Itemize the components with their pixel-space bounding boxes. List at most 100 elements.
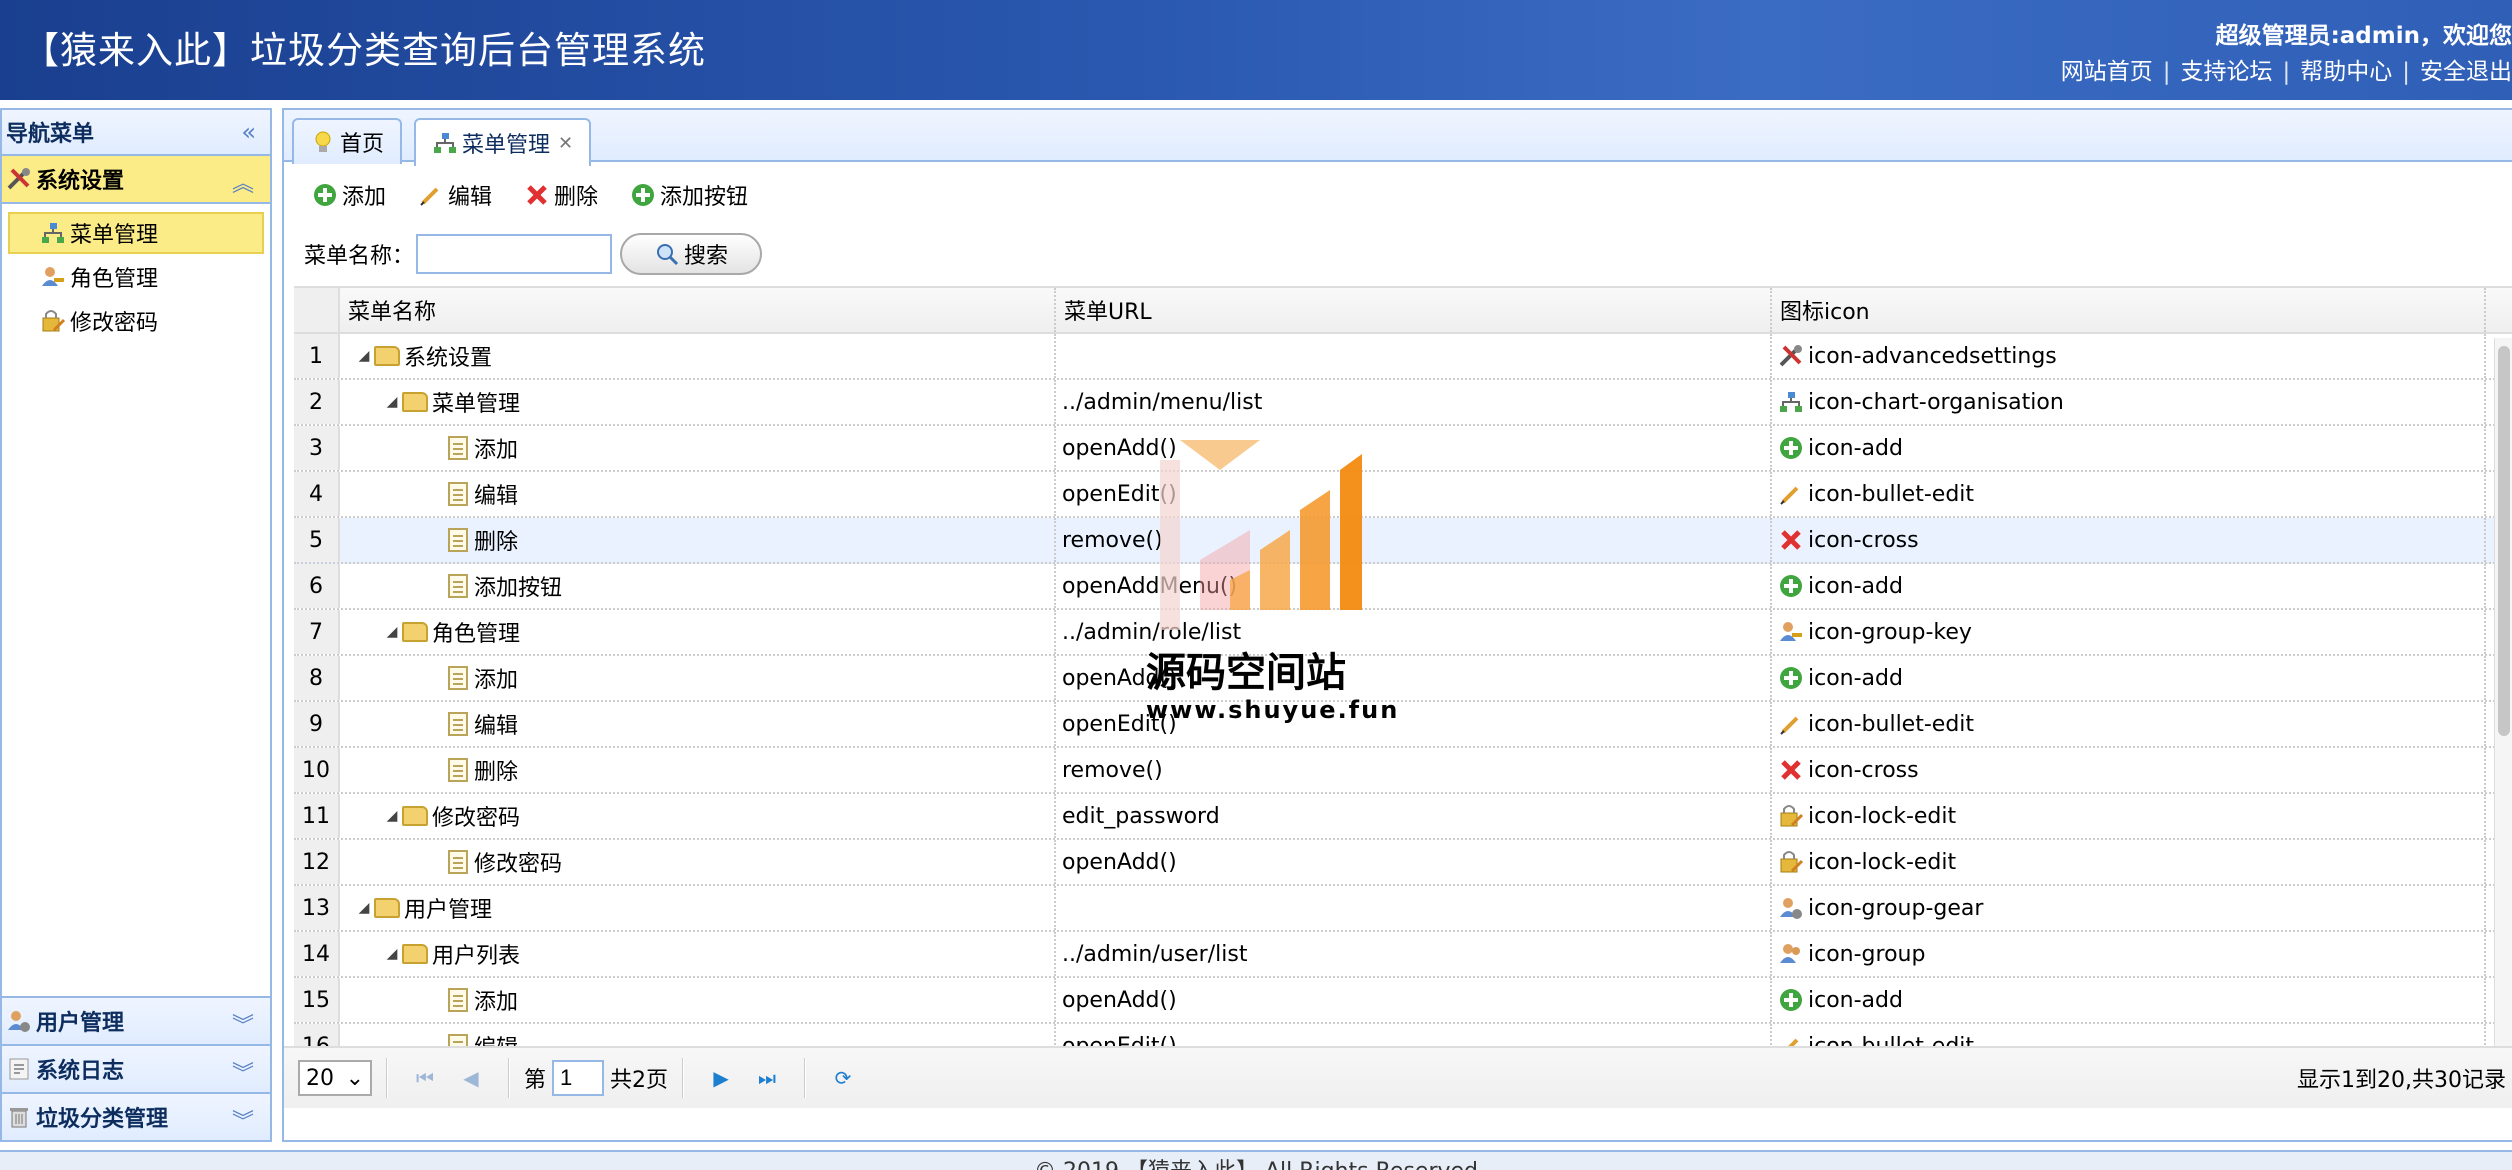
add-icon (1780, 667, 1802, 689)
tab-menu-manage[interactable]: 菜单管理 ✕ (414, 118, 592, 166)
icon-class-text: icon-add (1808, 665, 1903, 691)
table-row[interactable]: 5 删除 remove() icon-cross (294, 518, 2512, 564)
watermark-name: 源码空间站 (1146, 650, 1346, 696)
expand-arrow-icon[interactable]: ◢ (354, 348, 374, 364)
tab-home[interactable]: 首页 (292, 118, 403, 164)
cell-icon-class: icon-bullet-edit (1772, 702, 2486, 746)
cell-icon-class: icon-add (1772, 978, 2486, 1022)
bullet-edit-icon (420, 187, 439, 206)
sidebar-item-role-manage[interactable]: 角色管理 (8, 256, 264, 298)
cell-menu-name: 添加 (340, 426, 1056, 470)
sidebar-item-menu-manage[interactable]: 菜单管理 (8, 212, 264, 254)
chevron-down-icon[interactable]: ︾ (232, 1056, 254, 1088)
refresh-icon[interactable]: ⟳ (830, 1065, 856, 1091)
column-header-url[interactable]: 菜单URL (1056, 288, 1772, 332)
icon-class-text: icon-chart-organisation (1808, 389, 2064, 415)
group-icon (1780, 944, 1800, 963)
table-row[interactable]: 1 ◢ 系统设置 icon-advancedsettings (294, 334, 2512, 380)
column-header-name[interactable]: 菜单名称 (340, 288, 1056, 332)
table-row[interactable]: 9 编辑 openEdit() icon-bullet-edit (294, 702, 2512, 748)
cell-menu-name: ◢ 角色管理 (340, 610, 1056, 654)
table-row[interactable]: 13 ◢ 用户管理 icon-group-gear (294, 886, 2512, 932)
folder-icon (374, 898, 400, 918)
edit-button[interactable]: 编辑 (418, 179, 492, 211)
column-header-icon[interactable]: 图标icon (1772, 288, 2486, 332)
button-label: 添加按钮 (660, 185, 749, 210)
cell-icon-class: icon-advancedsettings (1772, 334, 2486, 378)
delete-button[interactable]: 删除 (524, 179, 598, 211)
expand-arrow-icon[interactable]: ◢ (382, 808, 402, 824)
menu-name-text: 菜单管理 (432, 392, 521, 417)
link-site-home[interactable]: 网站首页 (2061, 59, 2153, 85)
table-row[interactable]: 4 编辑 openEdit() icon-bullet-edit (294, 472, 2512, 518)
link-forum[interactable]: 支持论坛 (2181, 59, 2273, 85)
add-icon (1780, 575, 1802, 597)
page-number-input[interactable] (552, 1060, 605, 1096)
search-button[interactable]: 搜索 (620, 233, 763, 275)
cell-icon-class: icon-lock-edit (1772, 840, 2486, 884)
advancedsettings-icon (7, 168, 30, 190)
expand-arrow-icon[interactable]: ◢ (382, 624, 402, 640)
row-number: 8 (294, 656, 340, 700)
chevron-up-icon[interactable]: ︽ (232, 166, 254, 198)
watermark-url: www.shuyue.fun (1146, 696, 1400, 724)
table-row[interactable]: 15 添加 openAdd() icon-add (294, 978, 2512, 1024)
table-row[interactable]: 8 添加 openAdd() icon-add (294, 656, 2512, 702)
table-row[interactable]: 2 ◢ 菜单管理 ../admin/menu/list icon-chart-organ… (294, 380, 2512, 426)
sidebar-item-change-password[interactable]: 修改密码 (8, 300, 264, 342)
table-row[interactable]: 11 ◢ 修改密码 edit_password icon-lock-edit (294, 794, 2512, 840)
menu-name-text: 角色管理 (432, 622, 521, 647)
accordion-user-manage[interactable]: 用户管理 ︾ (2, 996, 270, 1044)
accordion-system-settings[interactable]: 系统设置 ︽ (2, 156, 270, 204)
cell-menu-name: 编辑 (340, 472, 1056, 516)
cell-menu-url: remove() (1056, 748, 1772, 792)
expand-arrow-icon[interactable]: ◢ (382, 946, 402, 962)
table-row[interactable]: 3 添加 openAdd() icon-add (294, 426, 2512, 472)
scroll-thumb[interactable] (2498, 346, 2510, 736)
add-menu-button[interactable]: 添加按钮 (630, 179, 748, 211)
button-label: 添加 (342, 185, 387, 210)
row-number: 2 (294, 380, 340, 424)
row-number: 11 (294, 794, 340, 838)
collapsed-groups: 用户管理 ︾ 系统日志 ︾ 垃圾分类管理 ︾ (2, 996, 270, 1140)
link-logout[interactable]: 安全退出 (2420, 59, 2512, 85)
pager-separator (386, 1058, 388, 1098)
chevron-down-icon[interactable]: ︾ (232, 1008, 254, 1040)
table-row[interactable]: 6 添加按钮 openAddMenu() icon-add (294, 564, 2512, 610)
accordion-system-log[interactable]: 系统日志 ︾ (2, 1044, 270, 1092)
user-welcome: 超级管理员:admin，欢迎您 (2215, 23, 2512, 49)
cell-menu-name: 添加按钮 (340, 564, 1056, 608)
cross-icon (1781, 760, 1801, 780)
cell-icon-class: icon-add (1772, 426, 2486, 470)
chevron-down-icon[interactable]: ︾ (232, 1104, 254, 1136)
page-size-select[interactable]: 20 ⌄ (298, 1060, 372, 1096)
next-page-icon[interactable]: ▶ (708, 1065, 734, 1091)
close-icon[interactable]: ✕ (558, 133, 573, 154)
first-page-icon[interactable]: ⏮ (412, 1065, 438, 1091)
expand-arrow-icon[interactable]: ◢ (354, 900, 374, 916)
table-row[interactable]: 7 ◢ 角色管理 ../admin/role/list icon-group-key (294, 610, 2512, 656)
table-row[interactable]: 12 修改密码 openAdd() icon-lock-edit (294, 840, 2512, 886)
row-number: 13 (294, 886, 340, 930)
search-row: 菜单名称： 搜索 (284, 228, 2512, 280)
last-page-icon[interactable]: ⏭ (754, 1065, 780, 1091)
bullet-edit-icon (1780, 716, 1799, 735)
cell-menu-url: openAdd() (1056, 978, 1772, 1022)
menu-name-text: 编辑 (474, 714, 519, 739)
lock-edit-icon (1780, 805, 1804, 827)
collapse-sidebar-icon[interactable]: « (241, 118, 256, 146)
prev-page-icon[interactable]: ◀ (458, 1065, 484, 1091)
vertical-scrollbar[interactable] (2494, 338, 2512, 1072)
sidebar-item-label: 菜单管理 (70, 223, 159, 248)
link-separator: | (2402, 59, 2410, 85)
link-help[interactable]: 帮助中心 (2300, 59, 2392, 85)
expand-arrow-icon[interactable]: ◢ (382, 394, 402, 410)
add-button[interactable]: 添加 (312, 179, 386, 211)
table-row[interactable]: 10 删除 remove() icon-cross (294, 748, 2512, 794)
menu-name-search-input[interactable] (416, 234, 613, 274)
accordion-garbage-manage[interactable]: 垃圾分类管理 ︾ (2, 1092, 270, 1140)
icon-class-text: icon-group (1808, 941, 1926, 967)
add-icon (314, 184, 336, 206)
file-icon (448, 712, 468, 736)
table-row[interactable]: 14 ◢ 用户列表 ../admin/user/list icon-group (294, 932, 2512, 978)
